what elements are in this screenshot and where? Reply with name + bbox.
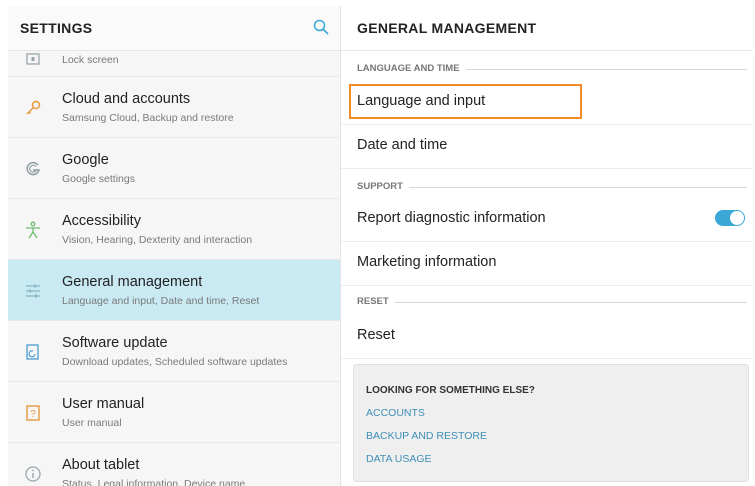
key-icon [26,100,41,115]
sidebar-item-cloud-and-accounts[interactable]: Cloud and accounts Samsung Cloud, Backup… [8,77,340,138]
link-data-usage[interactable]: DATA USAGE [366,453,432,465]
settings-sidebar: Lock screen Cloud and accounts Samsung C… [8,6,341,486]
row-label: Language and input [357,93,486,109]
report-diagnostic-row[interactable]: Report diagnostic information [341,197,753,242]
sidebar-item-label: About tablet [62,457,140,473]
section-language-and-time: LANGUAGE AND TIME [357,63,753,77]
sidebar-item-subtitle: Download updates, Scheduled software upd… [62,356,288,368]
settings-list: Lock screen Cloud and accounts Samsung C… [8,50,340,486]
info-icon [25,466,41,482]
sidebar-item-subtitle: Language and input, Date and time, Reset [62,295,260,307]
sidebar-item-google[interactable]: Google Google settings [8,138,340,199]
sidebar-item-subtitle: Samsung Cloud, Backup and restore [62,112,234,124]
row-label: Reset [357,327,395,343]
sidebar-item-accessibility[interactable]: Accessibility Vision, Hearing, Dexterity… [8,199,340,260]
manual-icon: ? [26,405,40,421]
reset-row[interactable]: Reset [341,314,753,359]
search-icon[interactable] [312,18,330,36]
sliders-icon [26,284,40,298]
detail-header: GENERAL MANAGEMENT [341,6,753,51]
section-label: RESET [357,296,395,307]
toggle-knob [730,211,744,225]
sidebar-item-subtitle: Google settings [62,173,135,185]
accessibility-icon [26,221,40,239]
sidebar-item-software-update[interactable]: Software update Download updates, Schedu… [8,321,340,382]
section-label: LANGUAGE AND TIME [357,63,466,74]
sidebar-item-label: Google [62,152,109,168]
row-label: Date and time [357,137,448,153]
sidebar-item-label: User manual [62,396,145,412]
sidebar-header: SETTINGS [8,6,340,51]
language-and-input-row[interactable]: Language and input [341,80,753,125]
sidebar-item-label: General management [62,274,203,290]
card-title: LOOKING FOR SOMETHING ELSE? [366,385,535,396]
svg-text:?: ? [30,409,36,420]
marketing-information-row[interactable]: Marketing information [341,241,753,286]
divider [357,187,747,188]
sidebar-item-lock-screen[interactable]: Lock screen [8,50,340,77]
looking-for-something-else-card: LOOKING FOR SOMETHING ELSE? ACCOUNTS BAC… [353,364,749,482]
sidebar-item-subtitle: User manual [62,417,122,429]
date-and-time-row[interactable]: Date and time [341,124,753,169]
sidebar-item-general-management[interactable]: General management Language and input, D… [8,260,340,321]
sidebar-item-label: Accessibility [62,213,141,229]
sidebar-item-about-tablet[interactable]: About tablet Status, Legal information, … [8,443,340,486]
link-backup-and-restore[interactable]: BACKUP AND RESTORE [366,430,487,442]
section-label: SUPPORT [357,181,409,192]
divider [357,302,747,303]
sidebar-item-subtitle: Lock screen [62,54,119,66]
settings-window: Lock screen Cloud and accounts Samsung C… [8,6,753,486]
report-diagnostic-toggle[interactable] [715,210,745,226]
sidebar-item-label: Software update [62,335,168,351]
sidebar-item-subtitle: Status, Legal information, Device name [62,478,246,486]
general-management-panel: GENERAL MANAGEMENT LANGUAGE AND TIME Lan… [341,6,753,486]
row-label: Marketing information [357,254,497,270]
sidebar-item-subtitle: Vision, Hearing, Dexterity and interacti… [62,234,253,246]
detail-title: GENERAL MANAGEMENT [357,20,537,36]
section-reset: RESET [357,296,753,310]
row-label: Report diagnostic information [357,210,546,226]
google-icon [26,161,40,176]
section-support: SUPPORT [357,181,753,195]
page-title: SETTINGS [20,20,93,36]
sidebar-item-label: Cloud and accounts [62,91,191,107]
update-icon [26,344,39,360]
link-accounts[interactable]: ACCOUNTS [366,407,425,419]
sidebar-item-user-manual[interactable]: ? User manual User manual [8,382,340,443]
